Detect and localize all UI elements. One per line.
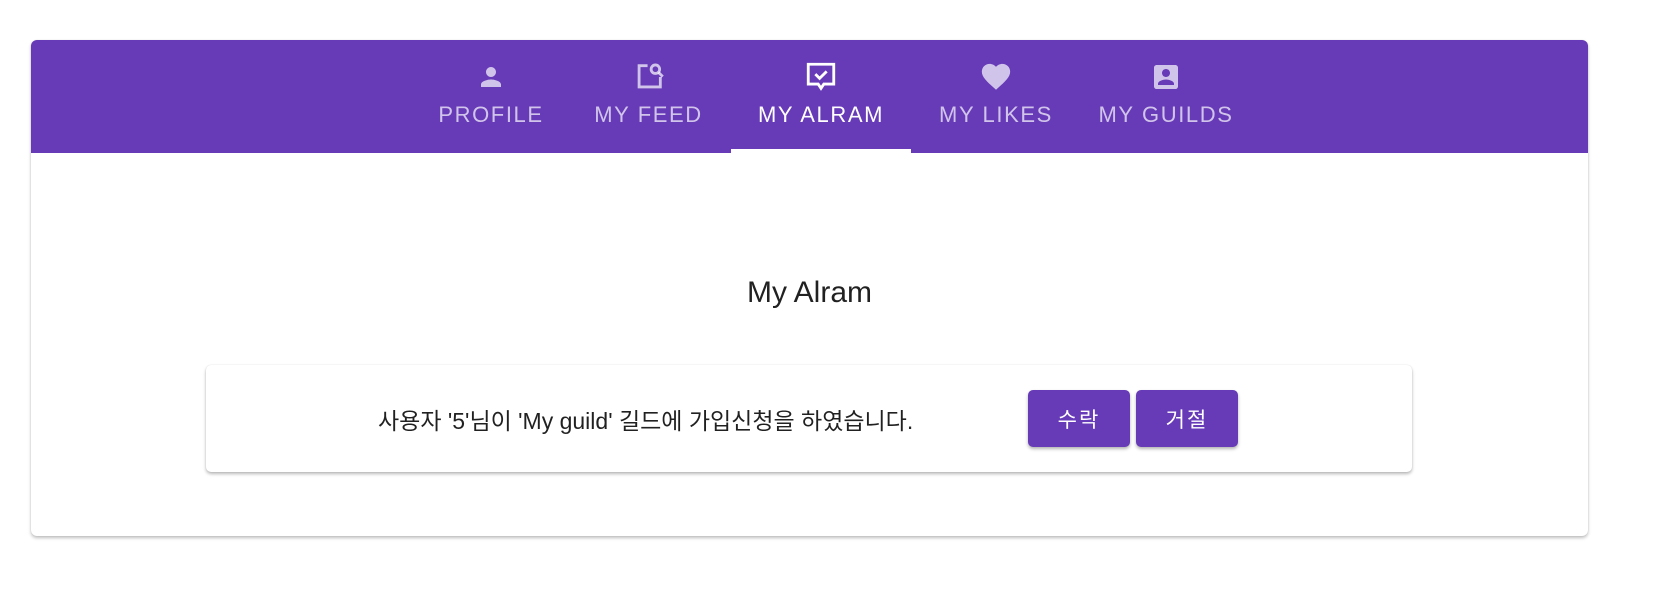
chat-check-icon: [804, 60, 838, 94]
accept-button[interactable]: 수락: [1028, 390, 1130, 447]
active-tab-indicator: [731, 149, 911, 153]
post-search-icon: [632, 60, 666, 94]
notification-card: 사용자 '5'님이 'My guild' 길드에 가입신청을 하였습니다. 수락…: [206, 365, 1412, 472]
reject-button[interactable]: 거절: [1136, 390, 1238, 447]
profile-card: PROFILE MY FEED MY ALRAM MY LIKES MY GUI: [31, 40, 1588, 536]
account-box-icon: [1149, 60, 1183, 94]
tab-profile[interactable]: PROFILE: [416, 40, 566, 153]
tab-my-likes-label: MY LIKES: [939, 102, 1053, 127]
person-icon: [474, 60, 508, 94]
page-title: My Alram: [746, 276, 872, 309]
tab-my-guilds[interactable]: MY GUILDS: [1081, 40, 1251, 153]
tab-my-alram[interactable]: MY ALRAM: [731, 40, 911, 153]
tab-my-likes[interactable]: MY LIKES: [916, 40, 1076, 153]
tab-my-feed-label: MY FEED: [594, 102, 703, 127]
heart-icon: [979, 60, 1013, 94]
tab-my-alram-label: MY ALRAM: [757, 102, 885, 127]
tab-profile-label: PROFILE: [438, 102, 544, 127]
notification-message: 사용자 '5'님이 'My guild' 길드에 가입신청을 하였습니다.: [378, 408, 914, 434]
tab-my-feed[interactable]: MY FEED: [571, 40, 726, 153]
tab-bar: PROFILE MY FEED MY ALRAM MY LIKES MY GUI: [31, 40, 1588, 153]
tab-my-guilds-label: MY GUILDS: [1098, 102, 1234, 127]
